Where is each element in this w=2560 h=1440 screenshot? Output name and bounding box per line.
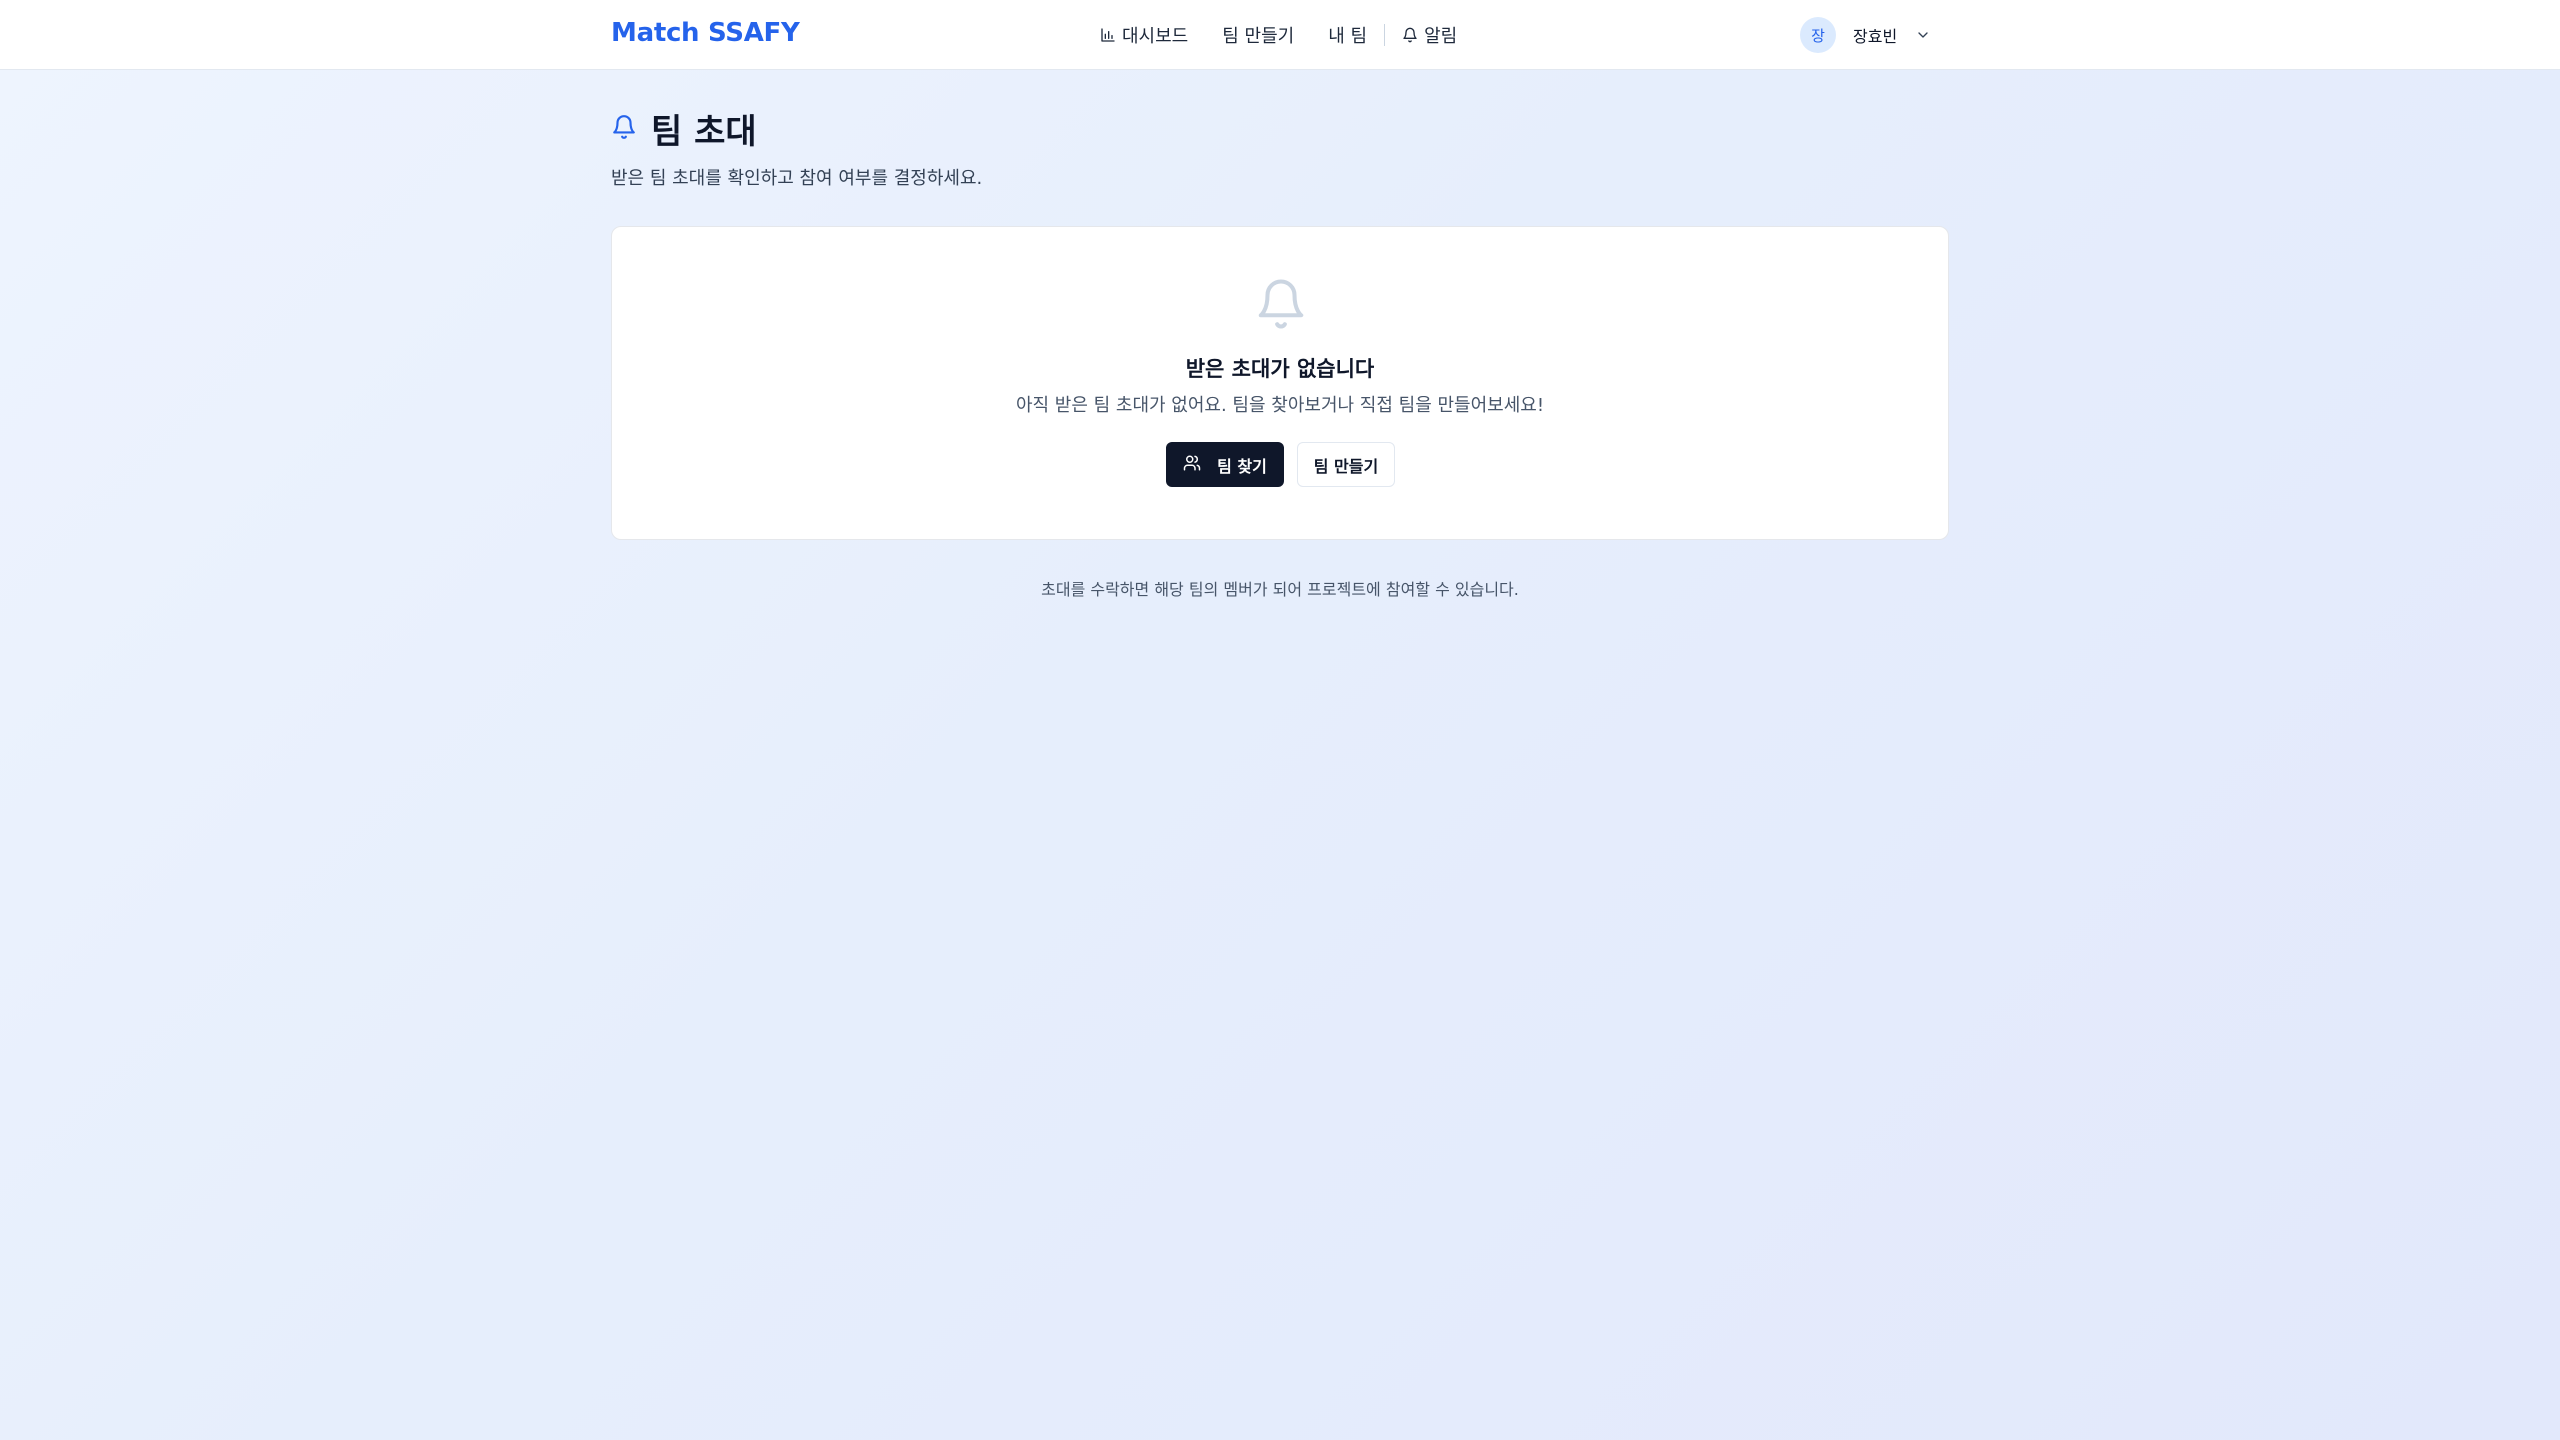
user-name: 장효빈	[1853, 27, 1898, 46]
invitations-card: 받은 초대가 없습니다 아직 받은 팀 초대가 없어요. 팀을 찾아보거나 직접…	[611, 226, 1949, 540]
nav-item-my-team[interactable]: 내 팀	[1311, 22, 1384, 48]
nav-label: 팀 만들기	[1222, 26, 1295, 47]
empty-state-description: 아직 받은 팀 초대가 없어요. 팀을 찾아보거나 직접 팀을 만들어보세요!	[1015, 395, 1545, 416]
button-label: 팀 만들기	[1313, 456, 1379, 476]
nav-label: 대시보드	[1122, 26, 1189, 47]
find-team-button[interactable]: 팀 찾기	[1166, 442, 1284, 487]
users-icon	[1183, 454, 1201, 476]
chevron-down-icon	[1915, 27, 1931, 43]
nav-item-notifications[interactable]: 알림	[1385, 22, 1474, 48]
brand-logo[interactable]: Match SSAFY	[611, 18, 800, 48]
main-nav: 대시보드 팀 만들기 내 팀 알림	[1100, 0, 1474, 70]
nav-label: 내 팀	[1328, 26, 1368, 47]
bell-icon	[611, 114, 637, 144]
bar-chart-icon	[1100, 27, 1116, 43]
page-subtitle: 받은 팀 초대를 확인하고 참여 여부를 결정하세요.	[611, 168, 983, 189]
nav-item-create-team[interactable]: 팀 만들기	[1205, 22, 1311, 48]
bell-icon	[1254, 277, 1308, 335]
top-navbar: Match SSAFY 대시보드 팀 만들기 내 팀 알림 장 장효빈	[0, 0, 2560, 70]
button-label: 팀 찾기	[1217, 456, 1267, 476]
avatar: 장	[1800, 17, 1836, 53]
footer-note: 초대를 수락하면 해당 팀의 멤버가 되어 프로젝트에 참여할 수 있습니다.	[1041, 580, 1519, 599]
nav-item-dashboard[interactable]: 대시보드	[1100, 22, 1205, 48]
empty-state-title: 받은 초대가 없습니다	[1185, 357, 1375, 381]
nav-label: 알림	[1424, 26, 1458, 47]
page-title: 팀 초대	[651, 112, 757, 152]
page-header: 팀 초대	[611, 104, 757, 153]
user-menu[interactable]: 장 장효빈	[1800, 17, 1931, 53]
create-team-button[interactable]: 팀 만들기	[1297, 442, 1395, 487]
bell-icon	[1402, 27, 1418, 43]
